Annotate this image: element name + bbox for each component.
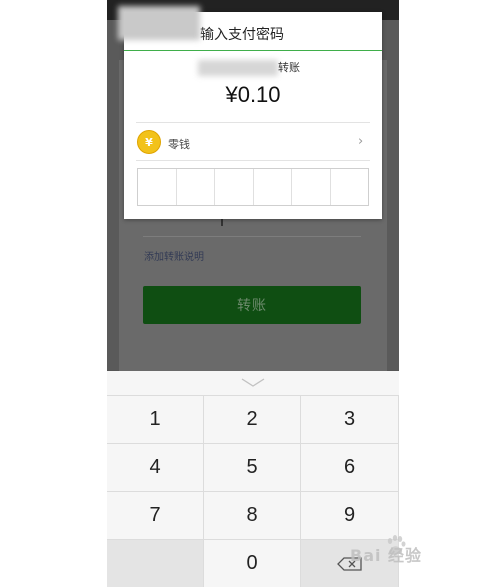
yuan-coin-icon: ¥ [137,130,161,154]
chevron-right-icon[interactable]: › [358,134,363,149]
title-divider [124,50,382,51]
payment-amount: ¥0.10 [225,82,281,107]
key-6[interactable]: 6 [301,443,399,491]
password-digit-cell [177,169,215,205]
password-digit-cell [254,169,292,205]
amount-underline [143,236,361,237]
transfer-label: 转账 [278,61,300,74]
password-digit-cell [331,169,369,205]
keypad-collapse[interactable] [107,371,399,395]
password-digit-cell [292,169,331,205]
divider [136,160,370,161]
payment-method-label[interactable]: 零钱 [168,136,190,152]
key-8[interactable]: 8 [204,491,301,539]
chevron-down-icon[interactable] [241,378,265,388]
key-2[interactable]: 2 [204,395,301,443]
key-empty [107,539,204,587]
key-4[interactable]: 4 [107,443,204,491]
add-note-link[interactable]: 添加转账说明 [144,248,204,263]
key-7[interactable]: 7 [107,491,204,539]
password-digit-cell [138,169,177,205]
divider [136,122,370,123]
key-3[interactable]: 3 [301,395,399,443]
redacted-recipient [198,60,278,76]
key-9[interactable]: 9 [301,491,399,539]
transfer-button[interactable]: 转账 [143,286,361,324]
baidu-watermark: Bai 经验 [350,546,423,565]
redacted-area [118,6,200,40]
dialog-title: 输入支付密码 [200,27,284,43]
password-input[interactable] [137,168,369,206]
payment-password-dialog: 输入支付密码 转账 ¥0.10 ¥ 零钱 › [124,12,382,219]
key-5[interactable]: 5 [204,443,301,491]
password-digit-cell [215,169,254,205]
key-1[interactable]: 1 [107,395,204,443]
key-0[interactable]: 0 [204,539,301,587]
